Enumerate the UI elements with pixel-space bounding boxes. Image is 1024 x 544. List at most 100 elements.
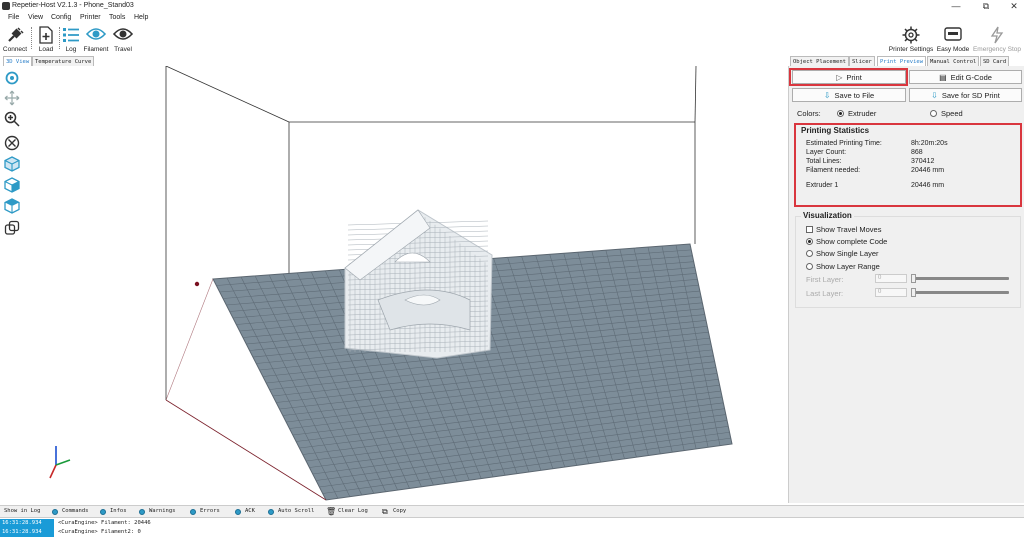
log-timestamp: 16:31:28.934 [0,519,54,528]
extruder-color-radio[interactable] [837,110,844,117]
log-panel[interactable]: 16:31:28.934 <CuraEngine> Filament: 2044… [0,517,1024,544]
last-layer-slider-thumb[interactable] [911,288,916,297]
lightning-icon [990,26,1004,44]
log-message: <CuraEngine> Filament2: 0 [58,529,141,535]
show-complete-code-label: Show complete Code [816,237,888,246]
top-view-cube-icon[interactable] [4,198,20,214]
warnings-filter[interactable]: Warnings [149,508,176,514]
close-button[interactable]: ✕ [1008,1,1020,12]
show-travel-moves-checkbox[interactable] [806,226,813,233]
show-complete-code-radio[interactable] [806,238,813,245]
show-layer-range-radio[interactable] [806,263,813,270]
last-layer-slider-track [913,291,1009,294]
3d-view-canvas[interactable] [0,66,785,503]
emergency-stop-button[interactable]: Emergency Stop [972,25,1022,53]
last-layer-spinner[interactable]: 0 [875,288,907,297]
log-row: 16:31:28.934 <CuraEngine> Filament2: 0 [0,528,1024,537]
menu-config[interactable]: Config [51,14,71,21]
zoom-icon[interactable] [4,111,20,127]
origin-marker [194,281,200,287]
move-view-icon[interactable] [4,90,20,106]
infos-filter[interactable]: Infos [110,508,127,514]
easy-mode-button[interactable]: Easy Mode [936,25,970,53]
ack-filter[interactable]: ACK [245,508,255,514]
maximize-button[interactable]: ⧉ [980,1,992,12]
warnings-toggle-icon[interactable] [139,509,145,515]
stat-value: 20446 mm [911,182,945,189]
eye-icon [113,28,133,40]
axis-triad [49,446,71,479]
print-bed-scene [49,66,733,501]
tab-sd-card[interactable]: SD Card [980,56,1010,66]
edit-icon: ▤ [939,72,947,82]
plug-icon [8,27,24,42]
show-single-layer-radio[interactable] [806,250,813,257]
clear-log-button[interactable]: Clear Log [338,508,368,514]
tab-object-placement[interactable]: Object Placement [790,56,849,66]
auto-scroll-toggle-icon[interactable] [268,509,274,515]
edit-gcode-button[interactable]: ▤ Edit G-Code [909,70,1022,84]
load-button[interactable]: Load [35,25,57,53]
connect-button[interactable]: Connect [2,25,28,53]
stat-label: Layer Count: [806,149,847,156]
stat-value: 370412 [911,158,935,165]
speed-color-label: Speed [941,109,963,118]
tab-temperature-curve[interactable]: Temperature Curve [32,56,95,66]
menu-printer[interactable]: Printer [80,14,101,21]
stat-value: 20446 mm [911,167,945,174]
rotate-view-icon[interactable] [4,70,20,86]
log-message: <CuraEngine> Filament: 20446 [58,520,151,526]
first-layer-slider-thumb[interactable] [911,274,916,283]
auto-scroll-filter[interactable]: Auto Scroll [278,508,314,514]
stat-value: 8h:20m:20s [911,140,948,147]
last-layer-label: Last Layer: [806,289,844,298]
menu-view[interactable]: View [28,14,43,21]
stat-label: Filament needed: [806,167,861,174]
minimize-button[interactable]: — [950,1,962,11]
log-timestamp: 16:31:28.934 [0,528,54,537]
copy-icon[interactable]: ⧉ [382,507,388,517]
front-view-cube-icon[interactable] [4,156,20,172]
speed-color-radio[interactable] [930,110,937,117]
errors-filter[interactable]: Errors [200,508,220,514]
tab-manual-control[interactable]: Manual Control [927,56,980,66]
stat-label: Extruder 1 [806,182,839,189]
parallel-view-icon[interactable] [4,220,20,236]
eye-icon [86,28,106,40]
log-button[interactable]: Log [62,25,80,53]
sd-save-icon: ⇩ [931,90,938,100]
save-to-file-button[interactable]: ⇩ Save to File [792,88,906,102]
show-travel-moves-label: Show Travel Moves [816,225,882,234]
first-layer-spinner[interactable]: 0 [875,274,907,283]
travel-button[interactable]: Travel [112,25,134,53]
ack-toggle-icon[interactable] [235,509,241,515]
stat-label: Estimated Printing Time: [806,140,882,147]
side-view-cube-icon[interactable] [4,177,20,193]
save-for-sd-print-button[interactable]: ⇩ Save for SD Print [909,88,1022,102]
stat-label: Total Lines: [806,158,842,165]
toolbar-separator [59,27,60,49]
show-in-log-label: Show in Log [4,508,41,514]
commands-toggle-icon[interactable] [52,509,58,515]
reset-view-icon[interactable] [4,135,20,151]
easy-mode-icon [944,27,962,41]
menu-tools[interactable]: Tools [109,14,125,21]
commands-filter[interactable]: Commands [62,508,89,514]
stat-value: 868 [911,149,923,156]
menu-help[interactable]: Help [134,14,148,21]
tab-3d-view[interactable]: 3D View [3,56,33,66]
menu-file[interactable]: File [8,14,19,21]
print-highlight [789,68,908,86]
colors-label: Colors: [797,109,821,118]
tab-print-preview[interactable]: Print Preview [877,56,927,66]
tab-slicer[interactable]: Slicer [849,56,875,66]
log-toolbar: Show in Log Commands Infos Warnings Erro… [0,505,1024,517]
errors-toggle-icon[interactable] [190,509,196,515]
load-file-icon [39,26,53,44]
infos-toggle-icon[interactable] [100,509,106,515]
printer-settings-button[interactable]: Printer Settings [888,25,934,53]
copy-button[interactable]: Copy [393,508,406,514]
trash-icon[interactable]: 🗑 [326,507,336,516]
toolbar-separator [31,27,32,49]
filament-button[interactable]: Filament [82,25,110,53]
